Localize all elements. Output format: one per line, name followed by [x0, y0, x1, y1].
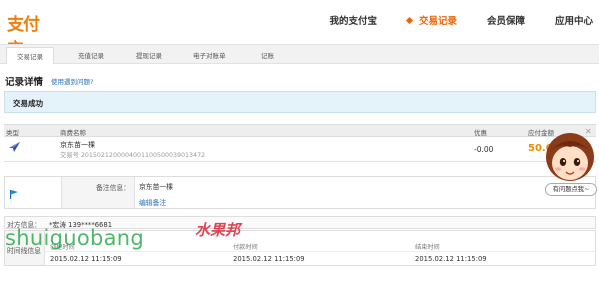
- plane-icon: [9, 142, 20, 152]
- flag-icon: [10, 190, 18, 199]
- watermark-latin: shuiguobang: [5, 226, 145, 250]
- end-time-value: 2015.02.12 11:15:09: [415, 255, 487, 263]
- subtab-bookkeeping[interactable]: 记账: [261, 50, 274, 60]
- active-diamond-icon: [405, 16, 413, 25]
- nav-transaction-records-label: 交易记录: [418, 16, 457, 27]
- status-panel: 交易成功: [4, 91, 596, 113]
- divider: [45, 251, 595, 252]
- paid-time-value: 2015.02.12 11:15:09: [233, 255, 305, 263]
- trade-number: 交易号 2015021200004001100500039013472: [60, 152, 206, 159]
- remark-label: 备注信息：: [96, 184, 130, 192]
- table-row: 京东苗一棵 交易号 201502120000400110050003901347…: [4, 137, 596, 162]
- item-name: 京东苗一棵: [60, 141, 95, 149]
- alipay-logo[interactable]: 支付宝: [5, 8, 51, 60]
- subtab-withdraw-records[interactable]: 提现记录: [136, 50, 162, 60]
- end-time-header: 结束时间: [415, 244, 440, 251]
- help-bubble[interactable]: 有问题点我~: [545, 183, 597, 196]
- sub-nav: 交易记录 充值记录 提现记录 电子对账单 记账: [0, 44, 599, 64]
- header-type: 类型: [6, 129, 19, 137]
- paid-time-header: 付款时间: [233, 244, 258, 251]
- subtab-transaction-records[interactable]: 交易记录: [6, 47, 54, 64]
- page-title: 记录详情: [5, 77, 44, 88]
- table-header: 类型 商费名称 优惠 应付金额: [4, 124, 596, 137]
- nav-app-center[interactable]: 应用中心: [555, 13, 593, 27]
- help-link[interactable]: 使用遇到问题?: [51, 76, 93, 86]
- top-bar: 支付宝 我的支付宝 交易记录 会员保障 应用中心: [0, 0, 599, 60]
- remark-label-cell: 备注信息：: [61, 177, 135, 208]
- remark-panel: 备注信息： 京东苗一棵 编辑备注: [4, 176, 596, 209]
- status-text: 交易成功: [13, 99, 43, 108]
- header-discount: 优惠: [474, 129, 487, 137]
- watermark-cn: 水果邦: [195, 221, 241, 239]
- main-nav: 我的支付宝 交易记录 会员保障 应用中心: [299, 0, 599, 40]
- close-icon[interactable]: ✕: [585, 127, 592, 136]
- nav-transaction-records[interactable]: 交易记录: [405, 13, 457, 27]
- subtab-e-statement[interactable]: 电子对账单: [193, 50, 226, 60]
- header-name: 商费名称: [60, 129, 86, 137]
- remark-value: 京东苗一棵: [139, 183, 173, 191]
- nav-member-protection[interactable]: 会员保障: [487, 13, 525, 27]
- created-time-value: 2015.02.12 11:15:09: [50, 255, 122, 263]
- subtab-recharge-records[interactable]: 充值记录: [78, 50, 104, 60]
- discount-value: -0.00: [474, 145, 494, 154]
- edit-remark-link[interactable]: 编辑备注: [139, 197, 166, 207]
- nav-my-alipay[interactable]: 我的支付宝: [329, 13, 377, 27]
